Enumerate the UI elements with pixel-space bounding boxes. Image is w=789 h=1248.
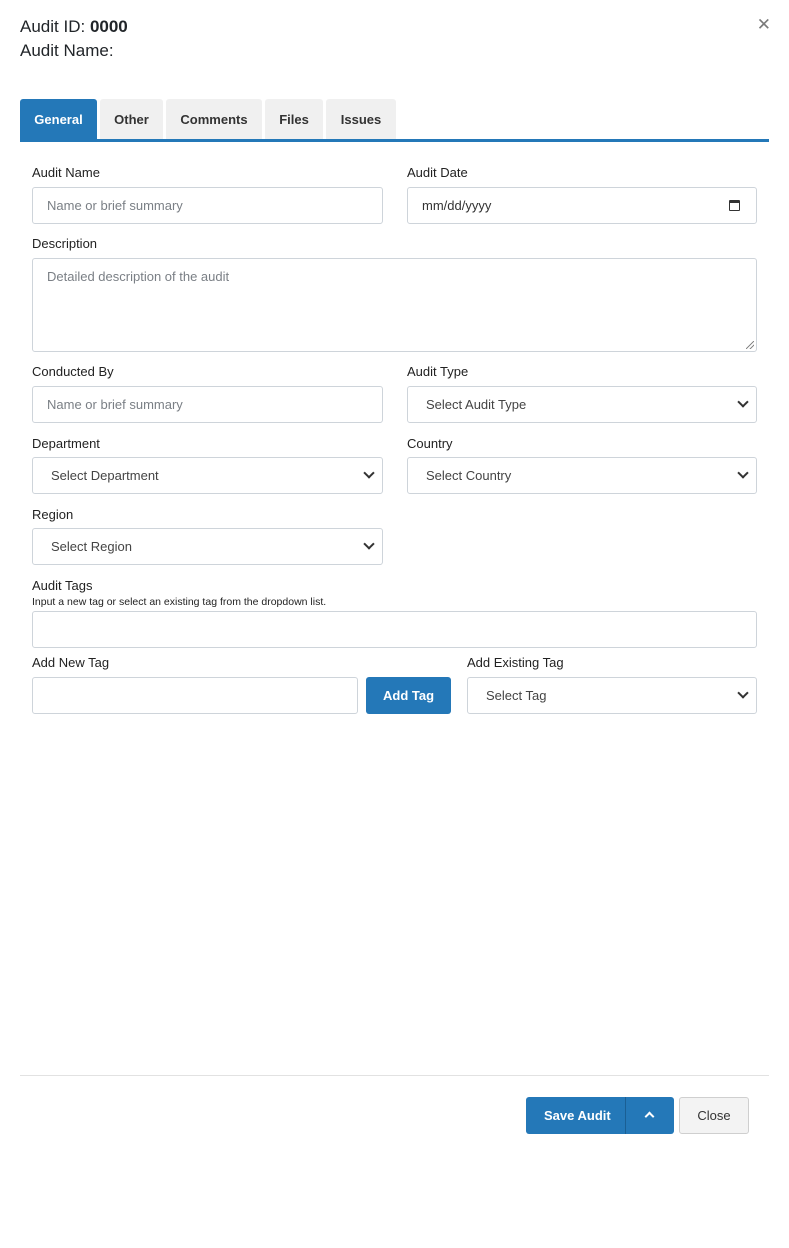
audit-id-value: 0000 (89, 17, 128, 36)
country-label: Country (407, 436, 453, 451)
audit-date-input[interactable]: mm/dd/yyyy (407, 187, 757, 224)
description-placeholder: Detailed description of the audit (47, 269, 230, 284)
audit-date-placeholder: mm/dd/yyyy (422, 198, 492, 213)
calendar-icon[interactable] (729, 200, 740, 211)
audit-tags-input[interactable] (32, 611, 757, 648)
close-icon[interactable]: ✕ (757, 15, 771, 35)
audit-date-label: Audit Date (407, 165, 468, 180)
audit-type-label: Audit Type (407, 364, 469, 379)
tab-general[interactable]: General (20, 99, 97, 139)
conducted-by-label: Conducted By (32, 364, 114, 379)
add-existing-tag-label: Add Existing Tag (467, 655, 564, 670)
department-select[interactable]: Select Department (32, 457, 383, 494)
audit-type-value: Select Audit Type (426, 397, 527, 412)
region-value: Select Region (51, 539, 132, 554)
tab-files[interactable]: Files (265, 99, 323, 139)
region-select[interactable]: Select Region (32, 528, 383, 565)
audit-name-heading: Audit Name: (20, 41, 114, 60)
conducted-by-input[interactable]: Name or brief summary (32, 386, 383, 423)
description-textarea[interactable]: Detailed description of the audit (32, 258, 757, 352)
chevron-down-icon (363, 467, 375, 479)
country-select[interactable]: Select Country (407, 457, 757, 494)
description-label: Description (32, 236, 98, 251)
add-new-tag-label: Add New Tag (32, 655, 110, 670)
tab-issues[interactable]: Issues (326, 99, 396, 139)
close-button[interactable]: Close (679, 1097, 749, 1134)
footer-divider (20, 1075, 769, 1076)
resize-handle-icon[interactable] (746, 341, 754, 349)
audit-name-input[interactable]: Name or brief summary (32, 187, 383, 224)
tab-comments[interactable]: Comments (166, 99, 262, 139)
audit-tags-label: Audit Tags (32, 578, 93, 593)
chevron-down-icon (737, 467, 749, 479)
audit-tags-hint: Input a new tag or select an existing ta… (32, 596, 327, 608)
tab-other[interactable]: Other (100, 99, 163, 139)
chevron-down-icon (737, 396, 749, 408)
chevron-down-icon (737, 687, 749, 699)
new-tag-input[interactable] (32, 677, 358, 714)
existing-tag-select[interactable]: Select Tag (467, 677, 757, 714)
modal-header: Audit ID: 0000 Audit Name: (20, 16, 128, 62)
split-button-separator (625, 1097, 626, 1134)
region-label: Region (32, 507, 74, 522)
chevron-down-icon (363, 538, 375, 550)
existing-tag-value: Select Tag (486, 688, 547, 703)
audit-id-label: Audit ID: (20, 17, 86, 36)
tab-bar: General Other Comments Files Issues (20, 99, 769, 142)
audit-name-label: Audit Name (32, 165, 100, 180)
country-value: Select Country (426, 468, 512, 483)
save-audit-label: Save Audit (544, 1108, 611, 1123)
audit-type-select[interactable]: Select Audit Type (407, 386, 757, 423)
add-tag-button[interactable]: Add Tag (366, 677, 451, 714)
department-label: Department (32, 436, 100, 451)
audit-id: Audit ID: 0000 (20, 16, 128, 38)
department-value: Select Department (51, 468, 159, 483)
